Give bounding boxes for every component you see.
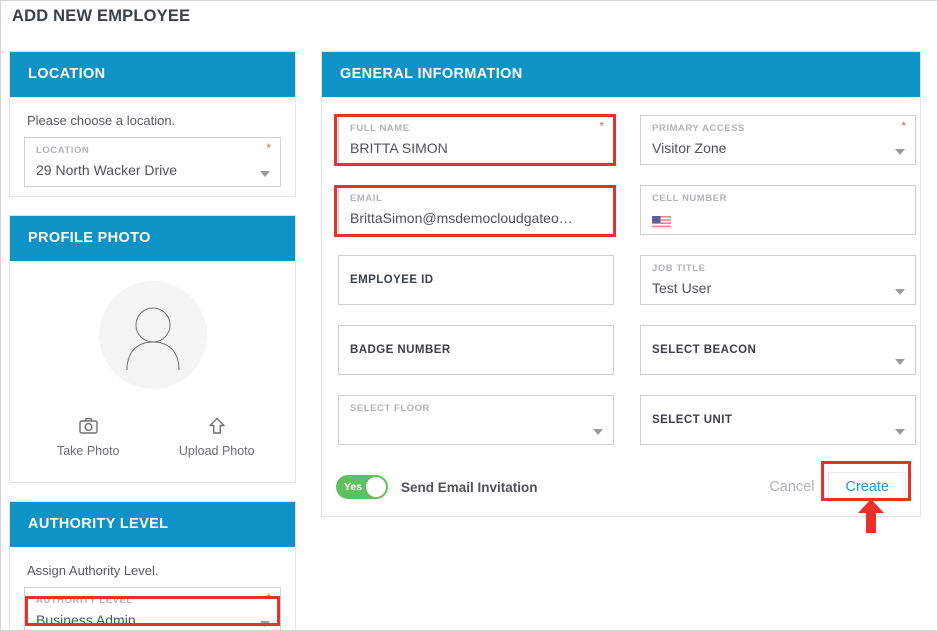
job-title-value: Test User [652,280,712,296]
primary-access-label: PRIMARY ACCESS [652,123,745,134]
red-up-arrow-annotation [858,499,884,533]
authority-level-card: AUTHORITY LEVEL Assign Authority Level. … [9,501,296,630]
take-photo-button[interactable]: Take Photo [24,417,153,458]
job-title-label: JOB TITLE [652,263,706,274]
job-title-field[interactable]: JOB TITLE Test User [640,255,916,305]
upload-arrow-icon [153,417,282,439]
select-floor-field[interactable]: SELECT FLOOR [338,395,614,445]
send-email-invitation-toggle[interactable]: Yes [336,475,388,499]
general-information-footer: Yes Send Email Invitation Cancel Create [336,468,906,506]
cell-number-field[interactable]: CELL NUMBER [640,185,916,235]
primary-access-value: Visitor Zone [652,140,727,156]
us-flag-icon[interactable] [652,215,671,229]
chevron-down-icon[interactable] [895,149,905,155]
select-beacon-field[interactable]: SELECT BEACON [640,325,916,375]
add-new-employee-page: ADD NEW EMPLOYEE LOCATION Please choose … [0,0,938,631]
avatar [98,281,207,389]
email-label: EMAIL [350,193,383,204]
page-title: ADD NEW EMPLOYEE [12,7,191,25]
chevron-down-icon[interactable] [895,289,905,295]
required-star-icon: * [901,119,906,133]
cancel-button[interactable]: Cancel [755,473,828,501]
profile-photo-card: PROFILE PHOTO Take Photo Upload Photo [9,215,296,483]
location-field-label: LOCATION [36,145,90,156]
authority-helper-text: Assign Authority Level. [27,563,159,578]
authority-level-card-body: Assign Authority Level. AUTHORITY LEVEL … [10,547,295,630]
select-beacon-label: SELECT BEACON [652,344,757,356]
chevron-down-icon[interactable] [895,429,905,435]
chevron-down-icon[interactable] [895,359,905,365]
full-name-value: BRITTA SIMON [350,140,448,156]
full-name-field[interactable]: FULL NAME BRITTA SIMON * [338,115,614,165]
badge-number-label: BADGE NUMBER [350,344,451,356]
cell-number-value [652,205,905,231]
upload-photo-button[interactable]: Upload Photo [153,417,282,458]
take-photo-label: Take Photo [56,444,120,458]
profile-photo-card-header: PROFILE PHOTO [10,216,295,261]
select-unit-label: SELECT UNIT [652,414,733,426]
avatar-wrap [24,281,281,389]
location-card-header: LOCATION [10,52,295,97]
chevron-down-icon[interactable] [260,171,270,177]
cell-number-label: CELL NUMBER [652,193,728,204]
user-avatar-icon [126,307,179,371]
toggle-state-label: Yes [344,481,363,493]
profile-photo-card-body: Take Photo Upload Photo [10,261,295,472]
general-information-card-header: GENERAL INFORMATION [322,52,920,97]
required-star-icon: * [266,141,271,155]
authority-level-select[interactable]: AUTHORITY LEVEL Business Admin * [24,587,281,630]
location-select[interactable]: LOCATION 29 North Wacker Drive * [24,137,281,187]
employee-id-label: EMPLOYEE ID [350,274,434,286]
chevron-down-icon[interactable] [593,429,603,435]
toggle-knob[interactable] [366,477,386,497]
chevron-down-icon[interactable] [260,621,270,627]
create-button[interactable]: Create [828,472,906,502]
location-helper-text: Please choose a location. [27,113,176,128]
select-floor-label: SELECT FLOOR [350,403,430,414]
select-unit-field[interactable]: SELECT UNIT [640,395,916,445]
email-field[interactable]: EMAIL BrittaSimon@msdemocloudgateo… [338,185,614,235]
camera-icon [24,417,153,439]
primary-access-field[interactable]: PRIMARY ACCESS Visitor Zone * [640,115,916,165]
photo-actions: Take Photo Upload Photo [24,417,281,458]
email-value: BrittaSimon@msdemocloudgateo… [350,210,573,226]
location-card: LOCATION Please choose a location. LOCAT… [9,51,296,197]
upload-photo-label: Upload Photo [178,444,255,458]
employee-id-field[interactable]: EMPLOYEE ID [338,255,614,305]
required-star-icon: * [599,119,604,133]
send-email-invitation-label: Send Email Invitation [401,479,538,495]
authority-level-card-header: AUTHORITY LEVEL [10,502,295,547]
required-star-icon: * [266,591,271,605]
badge-number-field[interactable]: BADGE NUMBER [338,325,614,375]
location-field-value: 29 North Wacker Drive [36,162,178,178]
general-information-card: GENERAL INFORMATION FULL NAME BRITTA SIM… [321,51,921,517]
authority-field-value: Business Admin [36,612,136,628]
location-card-body: Please choose a location. LOCATION 29 No… [10,97,295,201]
authority-field-label: AUTHORITY LEVEL [36,595,133,606]
full-name-label: FULL NAME [350,123,410,134]
